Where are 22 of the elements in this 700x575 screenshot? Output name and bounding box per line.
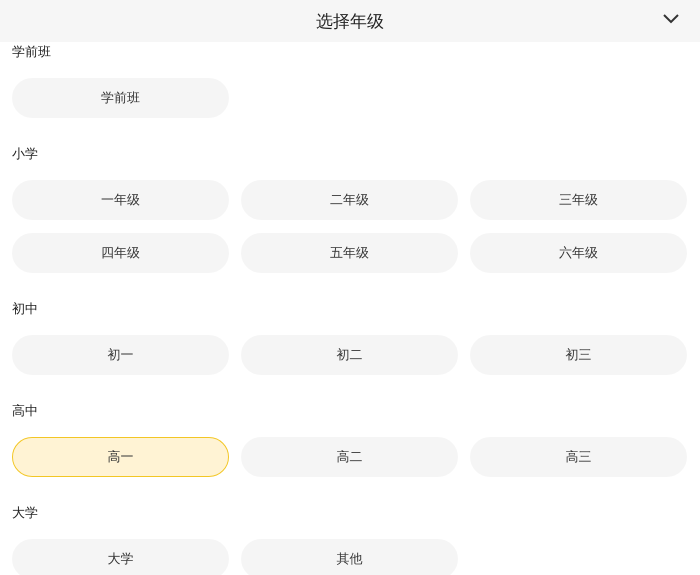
grade-option[interactable]: 学前班 <box>12 78 229 118</box>
grade-option[interactable]: 初二 <box>241 335 458 375</box>
grade-option[interactable]: 初三 <box>470 335 687 375</box>
page-title: 选择年级 <box>316 10 384 32</box>
grade-option[interactable]: 一年级 <box>12 180 229 220</box>
grade-option[interactable]: 三年级 <box>470 180 687 220</box>
chevron-down-icon[interactable] <box>662 13 680 25</box>
section-label: 高中 <box>12 403 39 421</box>
grade-option[interactable]: 高一 <box>12 437 229 477</box>
grade-option[interactable]: 其他 <box>241 539 458 575</box>
section-label: 大学 <box>12 505 39 523</box>
grade-option[interactable]: 高二 <box>241 437 458 477</box>
grade-option[interactable]: 四年级 <box>12 233 229 273</box>
grade-option[interactable]: 五年级 <box>241 233 458 273</box>
section-label: 初中 <box>12 301 39 319</box>
grade-option[interactable]: 二年级 <box>241 180 458 220</box>
section-label: 小学 <box>12 146 39 164</box>
grade-option[interactable]: 高三 <box>470 437 687 477</box>
grade-option[interactable]: 六年级 <box>470 233 687 273</box>
grade-option[interactable]: 初一 <box>12 335 229 375</box>
section-label: 学前班 <box>12 44 52 62</box>
grade-option[interactable]: 大学 <box>12 539 229 575</box>
